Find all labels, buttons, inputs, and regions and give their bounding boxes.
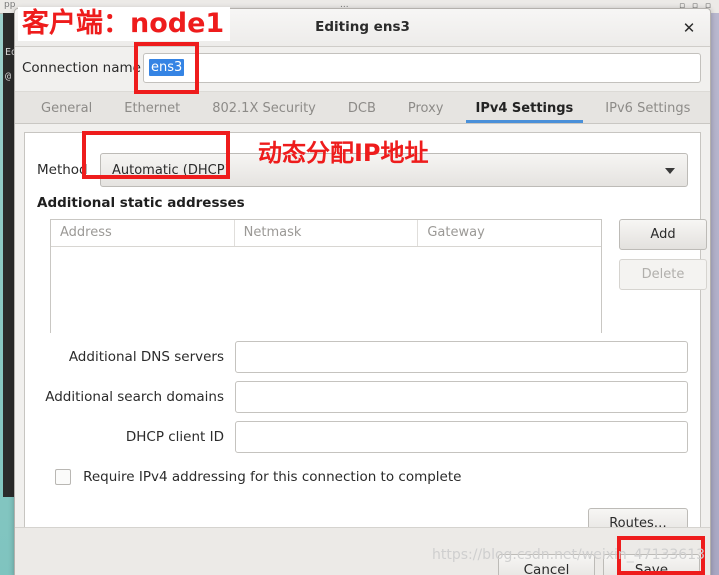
require-ipv4-row: Require IPv4 addressing for this connect… <box>55 466 461 485</box>
cancel-button[interactable]: Cancel <box>498 554 595 575</box>
ipv4-settings-panel: Method Automatic (DHCP) Additional stati… <box>24 132 707 574</box>
settings-tabs: General Ethernet 802.1X Security DCB Pro… <box>15 92 710 124</box>
tab-ipv4-settings[interactable]: IPv4 Settings <box>460 101 590 123</box>
save-button[interactable]: Save <box>603 554 700 575</box>
tab-dcb[interactable]: DCB <box>332 101 392 123</box>
search-domains-label: Additional search domains <box>45 389 224 405</box>
table-header-row: Address Netmask Gateway <box>51 220 601 247</box>
static-addresses-title: Additional static addresses <box>37 195 245 211</box>
connection-name-input[interactable]: ens3 <box>143 53 701 83</box>
dialog-footer: Cancel Save <box>15 527 710 575</box>
method-dropdown[interactable]: Automatic (DHCP) <box>100 153 688 187</box>
connection-name-value: ens3 <box>149 59 185 76</box>
require-ipv4-checkbox[interactable] <box>55 468 71 485</box>
search-domains-input[interactable] <box>235 381 688 413</box>
dialog-titlebar[interactable]: Editing ens3 ✕ <box>15 9 710 47</box>
column-header-netmask[interactable]: Netmask <box>235 220 419 246</box>
connection-name-row: Connection name ens3 <box>15 47 710 92</box>
dns-servers-row: Additional DNS servers <box>37 341 688 373</box>
dhcp-client-id-label: DHCP client ID <box>125 429 224 445</box>
editing-connection-dialog: Editing ens3 ✕ Connection name ens3 Gene… <box>14 8 711 575</box>
dialog-title: Editing ens3 <box>315 19 410 35</box>
close-icon[interactable]: ✕ <box>678 17 700 39</box>
dns-servers-label: Additional DNS servers <box>68 349 224 365</box>
tab-general[interactable]: General <box>25 101 108 123</box>
chevron-down-icon <box>665 168 675 174</box>
method-row: Method Automatic (DHCP) <box>37 153 688 187</box>
connection-name-label: Connection name <box>22 60 141 76</box>
tab-ipv6-settings[interactable]: IPv6 Settings <box>589 101 706 123</box>
tab-proxy[interactable]: Proxy <box>392 101 460 123</box>
table-action-buttons: Add Delete <box>619 219 707 290</box>
column-header-gateway[interactable]: Gateway <box>418 220 601 246</box>
dns-servers-input[interactable] <box>235 341 688 373</box>
add-address-button[interactable]: Add <box>619 219 707 250</box>
method-label: Method <box>37 162 88 178</box>
static-addresses-table[interactable]: Address Netmask Gateway <box>50 219 602 333</box>
delete-address-button: Delete <box>619 259 707 290</box>
tab-802-1x-security[interactable]: 802.1X Security <box>196 101 332 123</box>
search-domains-row: Additional search domains <box>37 381 688 413</box>
table-body-empty[interactable] <box>51 247 601 333</box>
screen-root: pp ... ▫ ▫ ▫ Ed @ Editing ens3 ✕ Connect… <box>0 0 719 575</box>
background-window-left-text: pp <box>4 0 16 10</box>
tab-ethernet[interactable]: Ethernet <box>108 101 196 123</box>
column-header-address[interactable]: Address <box>51 220 235 246</box>
method-selected-value: Automatic (DHCP) <box>112 163 230 178</box>
dhcp-client-id-input[interactable] <box>235 421 688 453</box>
dhcp-client-id-row: DHCP client ID <box>37 421 688 453</box>
require-ipv4-label: Require IPv4 addressing for this connect… <box>83 468 462 485</box>
